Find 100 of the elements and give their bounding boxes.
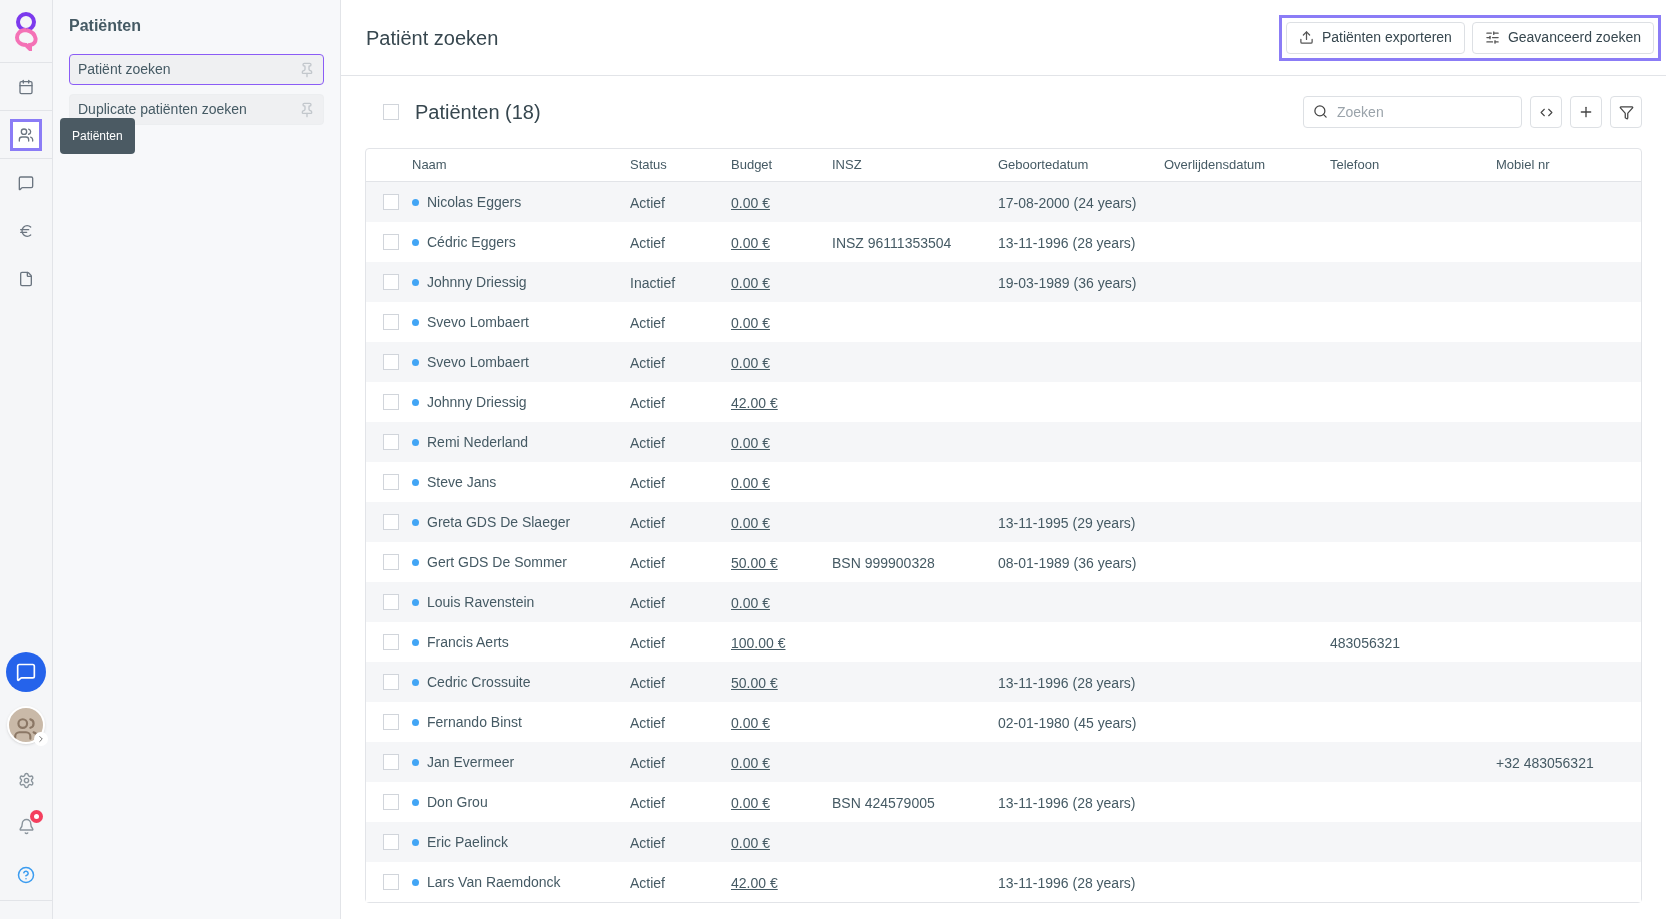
name-cell-text: Svevo Lombaert [427, 352, 529, 372]
name-cell-text: Don Grou [427, 792, 488, 812]
birthdate-cell-text: 19-03-1989 (36 years) [998, 273, 1137, 293]
budget-link[interactable]: 0.00 € [731, 512, 770, 534]
chat-button[interactable] [6, 652, 46, 692]
checkbox[interactable] [383, 754, 399, 770]
checkbox[interactable] [383, 834, 399, 850]
birthdate-cell-text: 02-01-1980 (45 years) [998, 713, 1137, 733]
help-icon [17, 866, 35, 884]
settings-icon [17, 771, 35, 789]
status-cell-text: Actief [630, 753, 665, 773]
code-view-button[interactable] [1530, 96, 1562, 128]
budget-link[interactable]: 0.00 € [731, 792, 770, 814]
page-title: Patiënt zoeken [366, 25, 499, 51]
budget-link[interactable]: 0.00 € [731, 272, 770, 294]
budget-link[interactable]: 100.00 € [731, 632, 786, 654]
checkbox[interactable] [383, 274, 399, 290]
sidebar-item[interactable]: Duplicate patiënten zoeken [69, 94, 324, 125]
column-header: Status [630, 157, 667, 173]
checkbox[interactable] [383, 514, 399, 530]
advanced-search-button[interactable]: Geavanceerd zoeken [1471, 21, 1654, 54]
budget-link[interactable]: 0.00 € [731, 712, 770, 734]
budget-link[interactable]: 42.00 € [731, 872, 778, 894]
plus-icon [1578, 104, 1594, 120]
users-icon [18, 126, 34, 143]
search-field[interactable]: Zoeken [1303, 96, 1522, 128]
sliders-icon [1484, 30, 1500, 45]
avatar[interactable] [7, 706, 45, 744]
budget-link[interactable]: 0.00 € [731, 432, 770, 454]
status-cell-text: Actief [630, 433, 665, 453]
budget-link[interactable]: 0.00 € [731, 592, 770, 614]
checkbox[interactable] [383, 594, 399, 610]
euro-icon [18, 223, 34, 239]
budget-link[interactable]: 42.00 € [731, 392, 778, 414]
budget-link[interactable]: 0.00 € [731, 232, 770, 254]
status-cell-text: Actief [630, 353, 665, 373]
name-cell-text: Johnny Driessig [427, 272, 527, 292]
calendar-icon [18, 78, 34, 95]
name-cell-text: Johnny Driessig [427, 392, 527, 412]
checkbox[interactable] [383, 714, 399, 730]
id-cell-text: BSN 999900328 [832, 553, 935, 573]
checkbox[interactable] [383, 874, 399, 890]
chevron-icon [34, 732, 48, 746]
checkbox[interactable] [383, 194, 399, 210]
checkbox[interactable] [383, 104, 399, 120]
birthdate-cell-text: 13-11-1996 (28 years) [998, 873, 1136, 893]
checkbox[interactable] [383, 794, 399, 810]
name-cell-text: Eric Paelinck [427, 832, 508, 852]
filter-button[interactable] [1610, 96, 1642, 128]
birthdate-cell-text: 13-11-1996 (28 years) [998, 673, 1136, 693]
notifications-button[interactable] [17, 817, 35, 835]
sidebar-item[interactable]: Patiënt zoeken [69, 54, 324, 85]
status-cell-text: Actief [630, 193, 665, 213]
birthdate-cell-text: 13-11-1996 (28 years) [998, 233, 1136, 253]
add-button[interactable] [1570, 96, 1602, 128]
checkbox[interactable] [383, 554, 399, 570]
status-cell-text: Inactief [630, 273, 676, 293]
checkbox[interactable] [383, 394, 399, 410]
budget-link[interactable]: 0.00 € [731, 312, 770, 334]
checkbox[interactable] [383, 674, 399, 690]
name-cell-text: Gert GDS De Sommer [427, 552, 568, 572]
budget-link[interactable]: 0.00 € [731, 352, 770, 374]
checkbox[interactable] [383, 634, 399, 650]
column-header: Naam [412, 157, 447, 173]
list-title: Patiënten (18) [415, 100, 542, 125]
users-nav-button[interactable] [10, 118, 42, 151]
budget-link[interactable]: 0.00 € [731, 472, 770, 494]
status-cell-text: Actief [630, 553, 665, 573]
name-cell-text: Cedric Crossuite [427, 672, 531, 692]
name-cell-text: Steve Jans [427, 472, 497, 492]
status-cell-text: Actief [630, 873, 665, 893]
chat-bubble-icon [16, 662, 36, 682]
birthdate-cell-text: 13-11-1995 (29 years) [998, 513, 1136, 533]
mobile-cell-text: +32 483056321 [1496, 753, 1594, 773]
status-cell-text: Actief [630, 833, 665, 853]
checkbox[interactable] [383, 354, 399, 370]
budget-link[interactable]: 0.00 € [731, 192, 770, 214]
column-header: Mobiel nr [1496, 157, 1550, 173]
export-button[interactable]: Patiënten exporteren [1285, 21, 1465, 54]
budget-link[interactable]: 50.00 € [731, 672, 778, 694]
phone-cell-text: 483056321 [1330, 633, 1401, 653]
budget-link[interactable]: 50.00 € [731, 552, 778, 574]
checkbox[interactable] [383, 234, 399, 250]
birthdate-cell-text: 17-08-2000 (24 years) [998, 193, 1137, 213]
name-cell-text: Lars Van Raemdonck [427, 872, 561, 892]
id-cell-text: INSZ 96111353504 [832, 233, 952, 253]
checkbox[interactable] [383, 474, 399, 490]
name-cell-text: Remi Nederland [427, 432, 529, 452]
name-cell-text: Fernando Binst [427, 712, 522, 732]
budget-link[interactable]: 0.00 € [731, 752, 770, 774]
checkbox[interactable] [383, 434, 399, 450]
person-silhouette-icon [13, 716, 39, 742]
status-cell-text: Actief [630, 793, 665, 813]
checkbox[interactable] [383, 314, 399, 330]
status-cell-text: Actief [630, 673, 665, 693]
status-cell-text: Actief [630, 313, 665, 333]
budget-link[interactable]: 0.00 € [731, 832, 770, 854]
tooltip: Patiënten [60, 118, 135, 154]
search-icon [1313, 104, 1328, 119]
status-cell-text: Actief [630, 513, 665, 533]
